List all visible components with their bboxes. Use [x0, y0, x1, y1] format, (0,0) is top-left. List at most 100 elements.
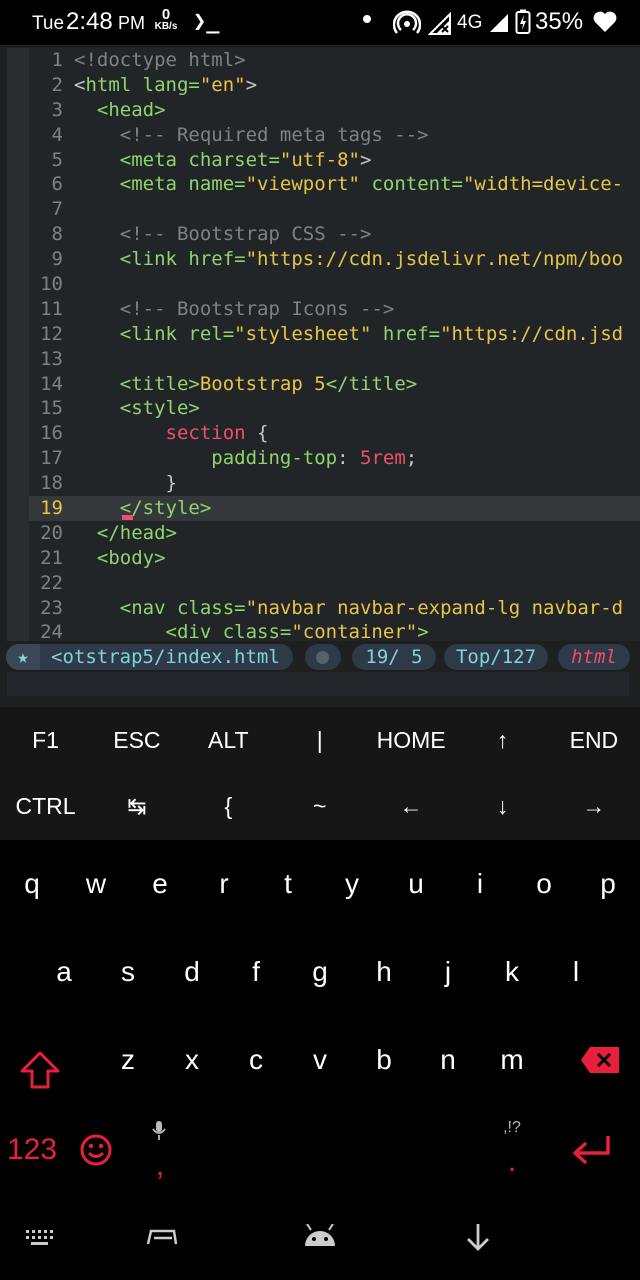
letter-key[interactable]: q: [0, 840, 64, 928]
letter-key[interactable]: z: [96, 1016, 160, 1104]
code-line[interactable]: 20 </head>: [29, 521, 640, 546]
code-line[interactable]: 15 <style>: [29, 396, 640, 421]
code-token: <: [74, 322, 132, 345]
extra-key[interactable]: ALT: [183, 707, 274, 773]
extra-key[interactable]: {: [183, 773, 274, 839]
line-number: 15: [40, 397, 63, 420]
comma-key[interactable]: ,: [128, 1106, 192, 1194]
code-line[interactable]: 16 section {: [29, 421, 640, 446]
letter-key[interactable]: x: [160, 1016, 224, 1104]
letter-key[interactable]: h: [352, 928, 416, 1016]
letter-key[interactable]: l: [544, 928, 608, 1016]
extra-key[interactable]: |: [274, 707, 365, 773]
sign-column: [7, 48, 29, 641]
emoji-icon: [80, 1134, 112, 1166]
code-area[interactable]: 1 <!doctype html> 2 <html lang="en"> 3 <head…: [29, 48, 640, 641]
vim-command-line[interactable]: [7, 672, 629, 696]
extra-key[interactable]: →: [548, 773, 639, 839]
code-line[interactable]: 24 <div class="container">: [29, 620, 640, 641]
code-line[interactable]: 17 padding-top: 5rem;: [29, 446, 640, 471]
vim-editor[interactable]: 1 <!doctype html> 2 <html lang="en"> 3 <head…: [0, 45, 640, 707]
battery-charging-icon: [515, 9, 531, 34]
enter-key[interactable]: [560, 1106, 624, 1194]
numbers-key[interactable]: 123: [0, 1106, 64, 1194]
code-line[interactable]: 3 <head>: [29, 98, 640, 123]
space-key[interactable]: [192, 1106, 480, 1194]
code-line[interactable]: 8 <!-- Bootstrap CSS -->: [29, 222, 640, 247]
code-token: /style: [131, 497, 200, 520]
letter-key[interactable]: y: [320, 840, 384, 928]
code-line[interactable]: 5 <meta charset="utf-8">: [29, 148, 640, 173]
code-line[interactable]: 1 <!doctype html>: [29, 48, 640, 73]
letter-key[interactable]: r: [192, 840, 256, 928]
code-line[interactable]: 6 <meta name="viewport" content="width=d…: [29, 172, 640, 197]
backspace-key[interactable]: [568, 1016, 632, 1104]
letter-key[interactable]: g: [288, 928, 352, 1016]
extra-key[interactable]: ↓: [457, 773, 548, 839]
code-token: meta: [131, 173, 177, 196]
code-token: "navbar navbar-expand-lg navbar-d: [245, 596, 624, 619]
line-number: 5: [51, 148, 63, 171]
code-token: <!-- Bootstrap Icons -->: [74, 297, 395, 320]
letter-key[interactable]: j: [416, 928, 480, 1016]
code-line[interactable]: 19 </style>: [29, 496, 640, 521]
letter-key[interactable]: f: [224, 928, 288, 1016]
code-token: body: [108, 546, 155, 569]
extra-key[interactable]: ↑: [457, 707, 548, 773]
letter-key[interactable]: b: [352, 1016, 416, 1104]
letter-key[interactable]: p: [576, 840, 640, 928]
code-line[interactable]: 21 <body>: [29, 546, 640, 571]
extra-key[interactable]: ESC: [91, 707, 182, 773]
hide-keyboard-icon[interactable]: [465, 1222, 491, 1252]
letter-key[interactable]: d: [160, 928, 224, 1016]
letter-key[interactable]: c: [224, 1016, 288, 1104]
letter-key[interactable]: k: [480, 928, 544, 1016]
code-line[interactable]: 2 <html lang="en">: [29, 73, 640, 98]
letter-key[interactable]: s: [96, 928, 160, 1016]
code-line[interactable]: 4 <!-- Required meta tags -->: [29, 123, 640, 148]
code-line[interactable]: 14 <title>Bootstrap 5</title>: [29, 372, 640, 397]
vim-statusline: ★ <otstrap5/index.html 19/ 5 Top/127 htm…: [0, 643, 640, 671]
code-token: >: [154, 98, 166, 121]
code-line[interactable]: 12 <link rel="stylesheet" href="https://…: [29, 322, 640, 347]
code-token: <!-- Bootstrap CSS -->: [74, 223, 372, 246]
letter-key[interactable]: u: [384, 840, 448, 928]
code-line[interactable]: 9 <link href="https://cdn.jsdelivr.net/n…: [29, 247, 640, 272]
letter-key[interactable]: a: [32, 928, 96, 1016]
letter-key[interactable]: e: [128, 840, 192, 928]
keyboard-switch-icon[interactable]: [25, 1228, 55, 1248]
extra-key[interactable]: ←: [366, 773, 457, 839]
android-home-icon[interactable]: [303, 1224, 337, 1248]
period-key[interactable]: ,!? .: [480, 1106, 544, 1194]
extra-key[interactable]: END: [548, 707, 639, 773]
shift-key[interactable]: [8, 1026, 72, 1114]
code-line[interactable]: 23 <nav class="navbar navbar-expand-lg n…: [29, 596, 640, 621]
modified-dot-icon: [316, 651, 329, 664]
letter-key[interactable]: t: [256, 840, 320, 928]
letter-key[interactable]: i: [448, 840, 512, 928]
extra-key[interactable]: F1: [0, 707, 91, 773]
extra-key[interactable]: ↹: [91, 773, 182, 839]
letter-key[interactable]: o: [512, 840, 576, 928]
line-number: 19: [40, 497, 63, 520]
code-line[interactable]: 7: [29, 197, 640, 222]
code-line[interactable]: 13: [29, 347, 640, 372]
extra-key[interactable]: ~: [274, 773, 365, 839]
letter-key[interactable]: v: [288, 1016, 352, 1104]
extra-key[interactable]: CTRL: [0, 773, 91, 839]
line-number: 10: [40, 273, 63, 296]
code-line[interactable]: 10: [29, 272, 640, 297]
line-number: 2: [51, 73, 63, 96]
extra-key[interactable]: HOME: [366, 707, 457, 773]
code-token: rel=: [176, 322, 235, 345]
emoji-key[interactable]: [64, 1106, 128, 1194]
code-token: div: [176, 621, 212, 641]
code-line[interactable]: 18 }: [29, 471, 640, 496]
code-line[interactable]: 22: [29, 571, 640, 596]
line-number: 11: [40, 297, 63, 320]
recents-icon[interactable]: [146, 1228, 178, 1246]
letter-key[interactable]: n: [416, 1016, 480, 1104]
letter-key[interactable]: w: [64, 840, 128, 928]
statusline-file-segment: ★ <otstrap5/index.html: [6, 644, 293, 670]
code-line[interactable]: 11 <!-- Bootstrap Icons -->: [29, 297, 640, 322]
